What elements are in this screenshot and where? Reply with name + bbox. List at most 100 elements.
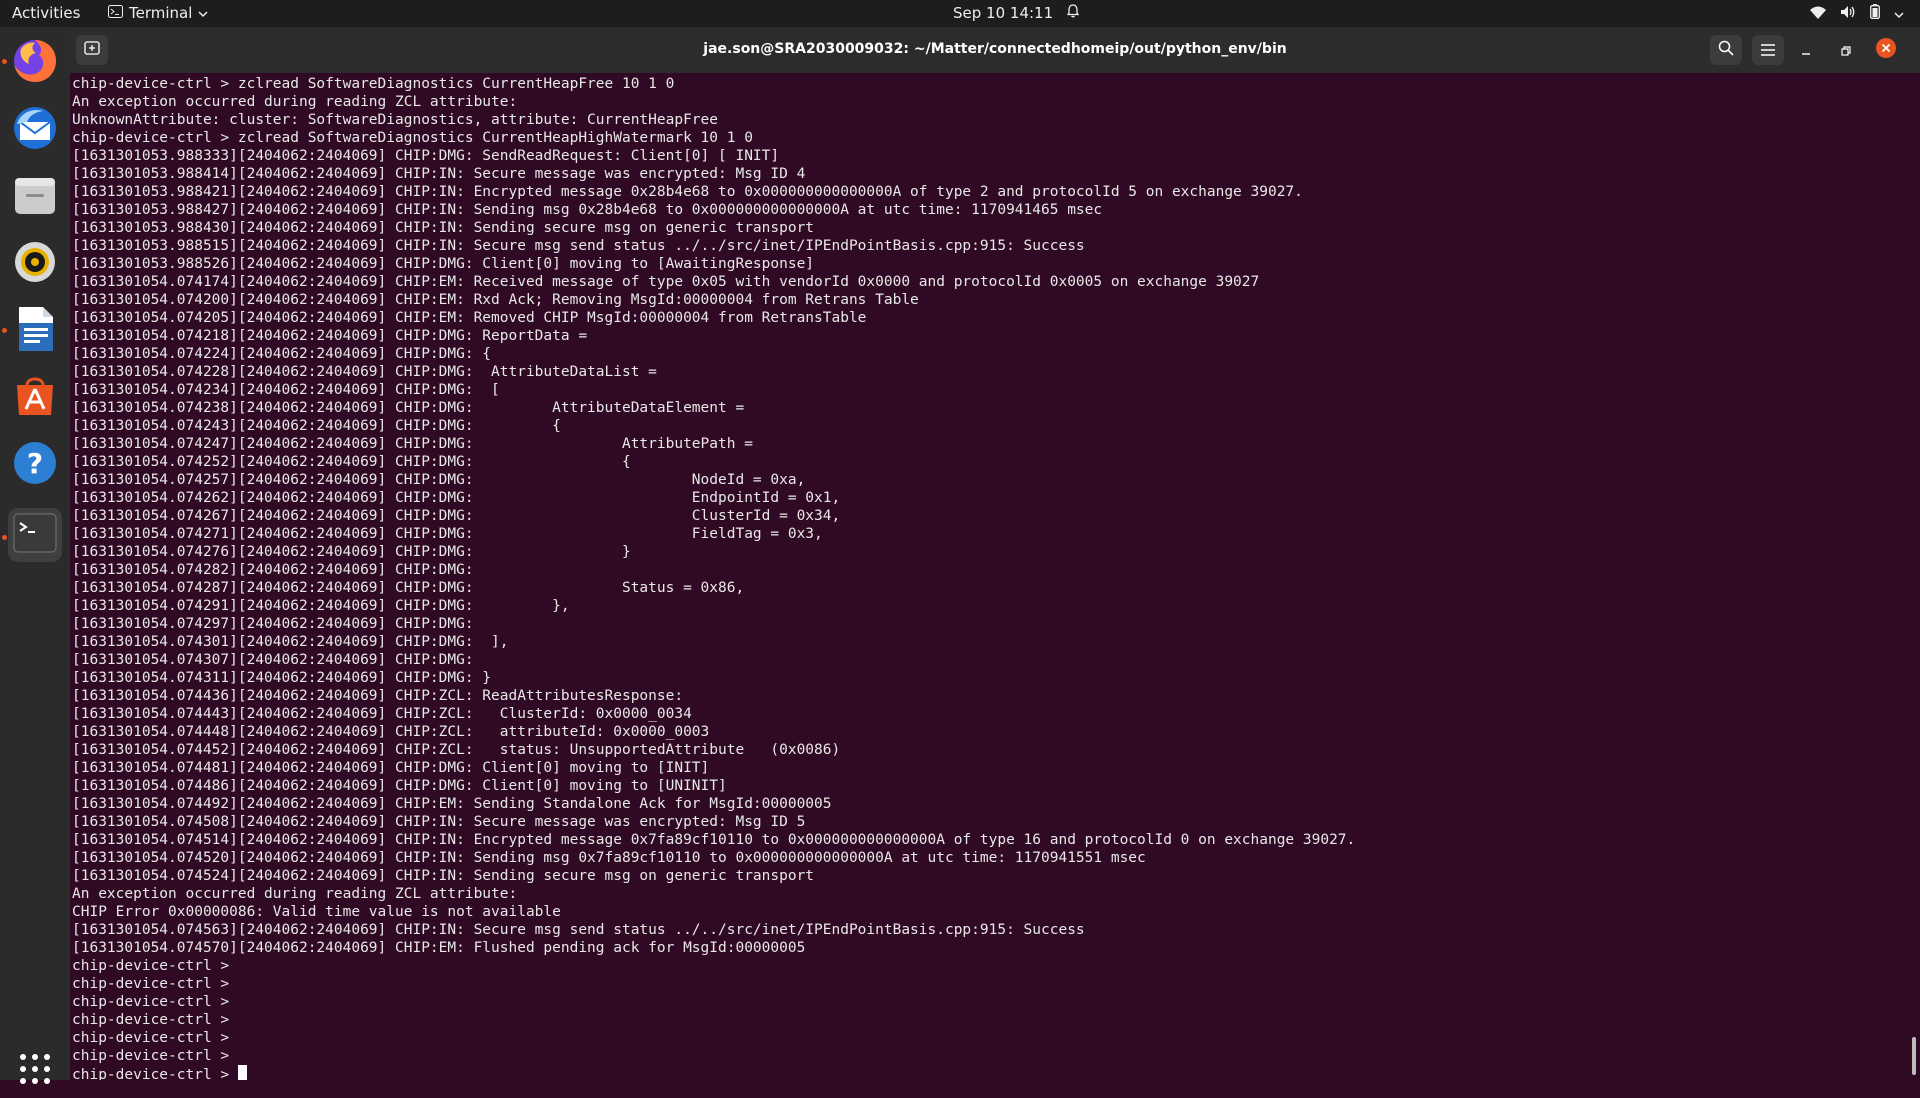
terminal-line: [1631301053.988430][2404062:2404069] CHI… [72,220,815,236]
wifi-icon [1810,5,1826,23]
terminal-line: [1631301054.074174][2404062:2404069] CHI… [72,274,1260,290]
dock-help[interactable]: ? [8,438,62,492]
terminal-line: chip-device-ctrl > [72,1048,230,1064]
help-icon: ? [12,440,58,490]
minimize-icon [1801,41,1811,60]
terminal-line: chip-device-ctrl > [72,976,230,992]
terminal-line: UnknownAttribute: cluster: SoftwareDiagn… [72,112,719,128]
system-status-menu[interactable] [1810,4,1904,23]
terminal-line: [1631301054.074570][2404062:2404069] CHI… [72,940,806,956]
dock-software[interactable] [8,371,62,425]
terminal-line: [1631301054.074508][2404062:2404069] CHI… [72,814,806,830]
show-apps-button[interactable] [8,1044,62,1098]
apps-grid-icon [19,1053,51,1089]
terminal-line: [1631301054.074228][2404062:2404069] CHI… [72,364,657,380]
window-titlebar[interactable]: jae.son@SRA2030009032: ~/Matter/connecte… [70,27,1920,73]
dock-thunderbird[interactable] [8,103,62,157]
terminal-line: [1631301054.074200][2404062:2404069] CHI… [72,292,919,308]
terminal-output[interactable]: chip-device-ctrl > zclread SoftwareDiagn… [72,75,1912,1080]
dock-rhythmbox[interactable] [8,237,62,291]
terminal-line: chip-device-ctrl > [72,994,230,1010]
files-icon [12,172,58,222]
terminal-line: [1631301054.074257][2404062:2404069] CHI… [72,472,806,488]
terminal-line: [1631301054.074234][2404062:2404069] CHI… [72,382,500,398]
terminal-line: [1631301054.074224][2404062:2404069] CHI… [72,346,492,362]
clock-label: Sep 10 14:11 [953,4,1054,22]
minimize-button[interactable] [1790,35,1822,65]
rhythmbox-icon [12,239,58,289]
dock: ? [0,27,70,1084]
terminal-line: [1631301054.074238][2404062:2404069] CHI… [72,400,745,416]
terminal-line: [1631301054.074205][2404062:2404069] CHI… [72,310,867,326]
chevron-down-icon [198,4,208,22]
terminal-line: CHIP Error 0x00000086: Valid time value … [72,904,561,920]
top-bar: Activities Terminal Sep 10 14:11 [0,0,1920,27]
terminal-line: [1631301054.074267][2404062:2404069] CHI… [72,508,841,524]
terminal-line: [1631301054.074514][2404062:2404069] CHI… [72,832,1356,848]
terminal-line: [1631301053.988526][2404062:2404069] CHI… [72,256,815,272]
terminal-line: [1631301054.074452][2404062:2404069] CHI… [72,742,841,758]
terminal-line: [1631301054.074311][2404062:2404069] CHI… [72,670,492,686]
firefox-icon [11,37,59,89]
search-button[interactable] [1710,35,1742,65]
terminal-line: [1631301054.074448][2404062:2404069] CHI… [72,724,710,740]
terminal-line: [1631301054.074287][2404062:2404069] CHI… [72,580,745,596]
restore-icon [1841,41,1851,60]
terminal-line: [1631301054.074481][2404062:2404069] CHI… [72,760,710,776]
terminal-line: [1631301054.074563][2404062:2404069] CHI… [72,922,1085,938]
terminal-line: [1631301054.074436][2404062:2404069] CHI… [72,688,684,704]
terminal-line: [1631301054.074297][2404062:2404069] CHI… [72,616,474,632]
terminal-line: [1631301054.074262][2404062:2404069] CHI… [72,490,841,506]
terminal-line: [1631301054.074252][2404062:2404069] CHI… [72,454,631,470]
terminal-line: [1631301054.074218][2404062:2404069] CHI… [72,328,588,344]
close-icon [1875,37,1897,63]
bell-icon [1066,4,1080,22]
dock-writer[interactable] [8,304,62,358]
terminal-line: chip-device-ctrl > zclread SoftwareDiagn… [72,76,675,92]
terminal-line: An exception occurred during reading ZCL… [72,886,518,902]
terminal-line: [1631301053.988515][2404062:2404069] CHI… [72,238,1085,254]
chevron-down-icon [1894,5,1904,23]
window-title: jae.son@SRA2030009032: ~/Matter/connecte… [703,41,1287,57]
terminal-line: [1631301054.074486][2404062:2404069] CHI… [72,778,727,794]
terminal-icon [13,513,57,557]
terminal-lines: chip-device-ctrl > zclread SoftwareDiagn… [72,75,1912,1065]
terminal-line: [1631301053.988427][2404062:2404069] CHI… [72,202,1103,218]
terminal-line: [1631301053.988414][2404062:2404069] CHI… [72,166,806,182]
running-indicator [2,328,7,333]
svg-text:?: ? [27,447,43,480]
terminal-line: chip-device-ctrl > [72,1012,230,1028]
terminal-line: [1631301054.074301][2404062:2404069] CHI… [72,634,509,650]
terminal-line: chip-device-ctrl > [72,958,230,974]
terminal-line: [1631301054.074307][2404062:2404069] CHI… [72,652,474,668]
clock[interactable]: Sep 10 14:11 [953,4,1080,22]
close-button[interactable] [1870,35,1902,65]
writer-icon [13,305,57,357]
app-menu[interactable]: Terminal [108,4,208,22]
dock-terminal[interactable] [8,508,62,562]
maximize-button[interactable] [1830,35,1862,65]
running-indicator [2,59,7,64]
terminal-input-line[interactable]: chip-device-ctrl > [72,1065,1912,1080]
terminal-small-icon [108,4,123,22]
battery-icon [1870,4,1880,23]
terminal-line: chip-device-ctrl > zclread SoftwareDiagn… [72,130,753,146]
scrollbar-thumb[interactable] [1912,1037,1916,1075]
menu-button[interactable] [1752,35,1784,65]
terminal-line: [1631301054.074247][2404062:2404069] CHI… [72,436,753,452]
software-icon [12,373,58,423]
terminal-line: An exception occurred during reading ZCL… [72,94,518,110]
prompt: chip-device-ctrl > [72,1067,238,1080]
terminal-line: [1631301054.074524][2404062:2404069] CHI… [72,868,815,884]
dock-files[interactable] [8,170,62,224]
activities-button[interactable]: Activities [12,4,80,22]
app-menu-label: Terminal [129,4,193,22]
terminal-line: [1631301054.074443][2404062:2404069] CHI… [72,706,692,722]
volume-icon [1840,5,1856,23]
terminal-line: [1631301054.074492][2404062:2404069] CHI… [72,796,832,812]
terminal-line: [1631301054.074271][2404062:2404069] CHI… [72,526,823,542]
terminal-line: [1631301054.074282][2404062:2404069] CHI… [72,562,474,578]
dock-firefox[interactable] [8,36,62,90]
terminal-line: [1631301054.074520][2404062:2404069] CHI… [72,850,1146,866]
thunderbird-icon [11,104,59,156]
